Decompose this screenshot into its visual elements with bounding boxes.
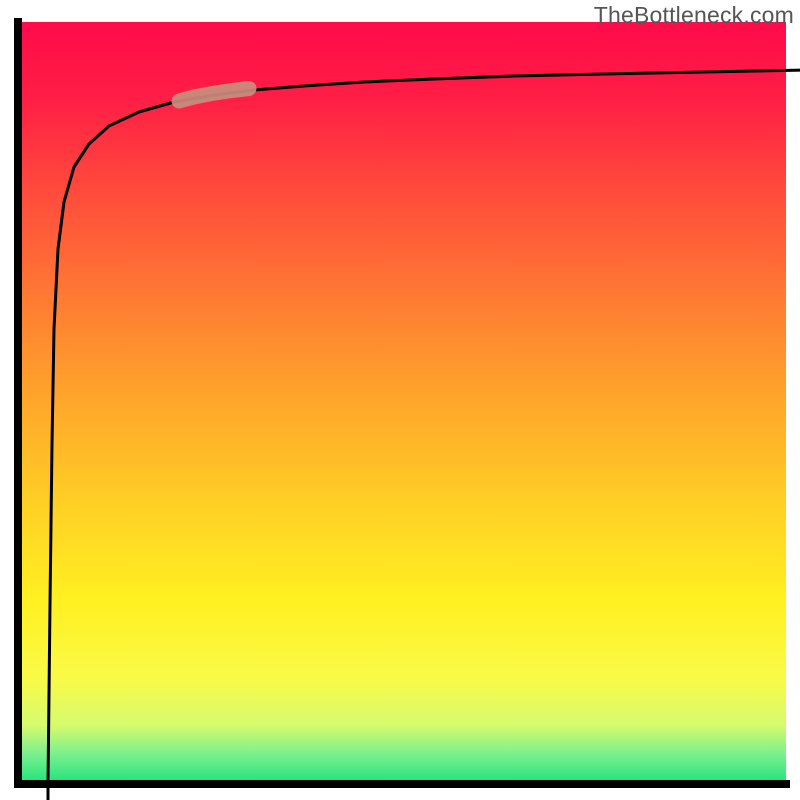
chart-container: TheBottleneck.com: [0, 0, 800, 800]
bottleneck-curve: [48, 70, 800, 800]
y-axis: [14, 18, 22, 788]
highlight-segment: [179, 89, 249, 102]
watermark-text: TheBottleneck.com: [594, 2, 794, 29]
curve-svg: [44, 44, 800, 800]
plot-area: [22, 22, 786, 786]
